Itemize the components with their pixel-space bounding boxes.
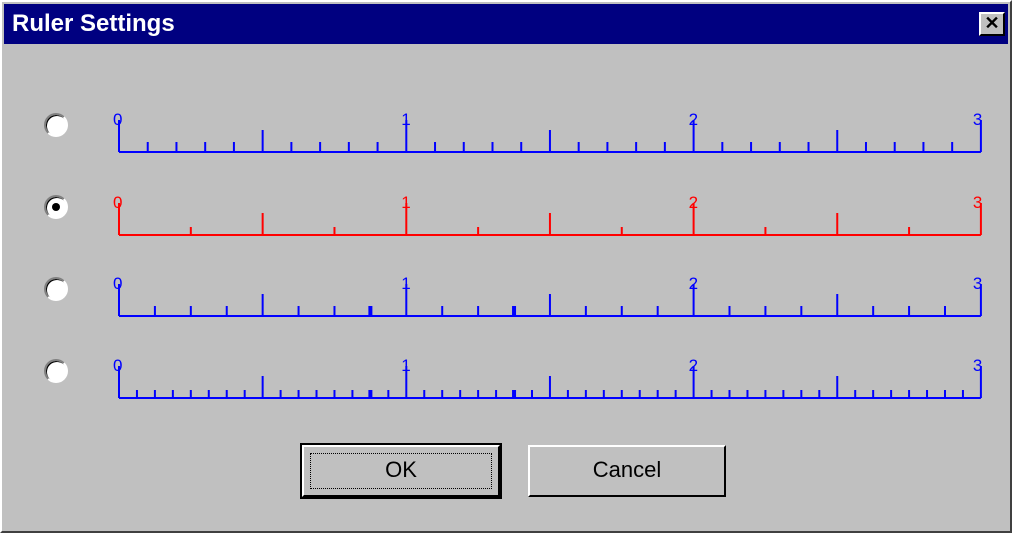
ruler-unit-label: 1 [401, 193, 410, 212]
ruler-unit-label: 0 [113, 193, 122, 212]
ruler-unit-label: 3 [973, 356, 982, 375]
radio-dot [52, 203, 60, 211]
ruler-preview-2: 0 1 2 3 [113, 193, 982, 236]
ruler-settings-dialog: Ruler Settings ✕ 0123 0123 0123 0123 OK … [0, 0, 1012, 533]
ruler-option-radio-2[interactable] [44, 195, 68, 219]
ruler-preview-3: 0 1 2 3 [113, 274, 982, 317]
ruler-unit-label: 2 [689, 193, 698, 212]
ruler-unit-label: 3 [973, 274, 982, 293]
ruler-unit-label: 1 [401, 356, 410, 375]
ruler-unit-label: 0 [113, 274, 122, 293]
ruler-unit-label: 2 [689, 110, 698, 129]
ruler-unit-label: 1 [401, 274, 410, 293]
ruler-unit-label: 2 [689, 274, 698, 293]
ruler-unit-label: 1 [401, 110, 410, 129]
ruler-option-radio-4[interactable] [44, 359, 68, 383]
cancel-button[interactable]: Cancel [528, 445, 726, 497]
ruler-unit-label: 0 [113, 356, 122, 375]
title-bar[interactable]: Ruler Settings ✕ [4, 4, 1008, 44]
cancel-button-label: Cancel [592, 457, 662, 482]
window-title: Ruler Settings [12, 10, 175, 37]
close-icon: ✕ [984, 13, 1000, 33]
ruler-preview-4: 0 1 2 3 [113, 356, 982, 399]
ruler-unit-label: 3 [973, 110, 982, 129]
ruler-preview-1: 0 1 2 3 [113, 110, 982, 153]
ruler-option-radio-1[interactable] [44, 113, 68, 137]
close-button[interactable]: ✕ [979, 12, 1005, 36]
focus-rectangle [310, 453, 492, 489]
ruler-unit-label: 3 [973, 193, 982, 212]
ruler-unit-label: 2 [689, 356, 698, 375]
ruler-unit-label: 0 [113, 110, 122, 129]
ruler-option-radio-3[interactable] [44, 277, 68, 301]
ok-button[interactable]: OK [300, 443, 502, 499]
